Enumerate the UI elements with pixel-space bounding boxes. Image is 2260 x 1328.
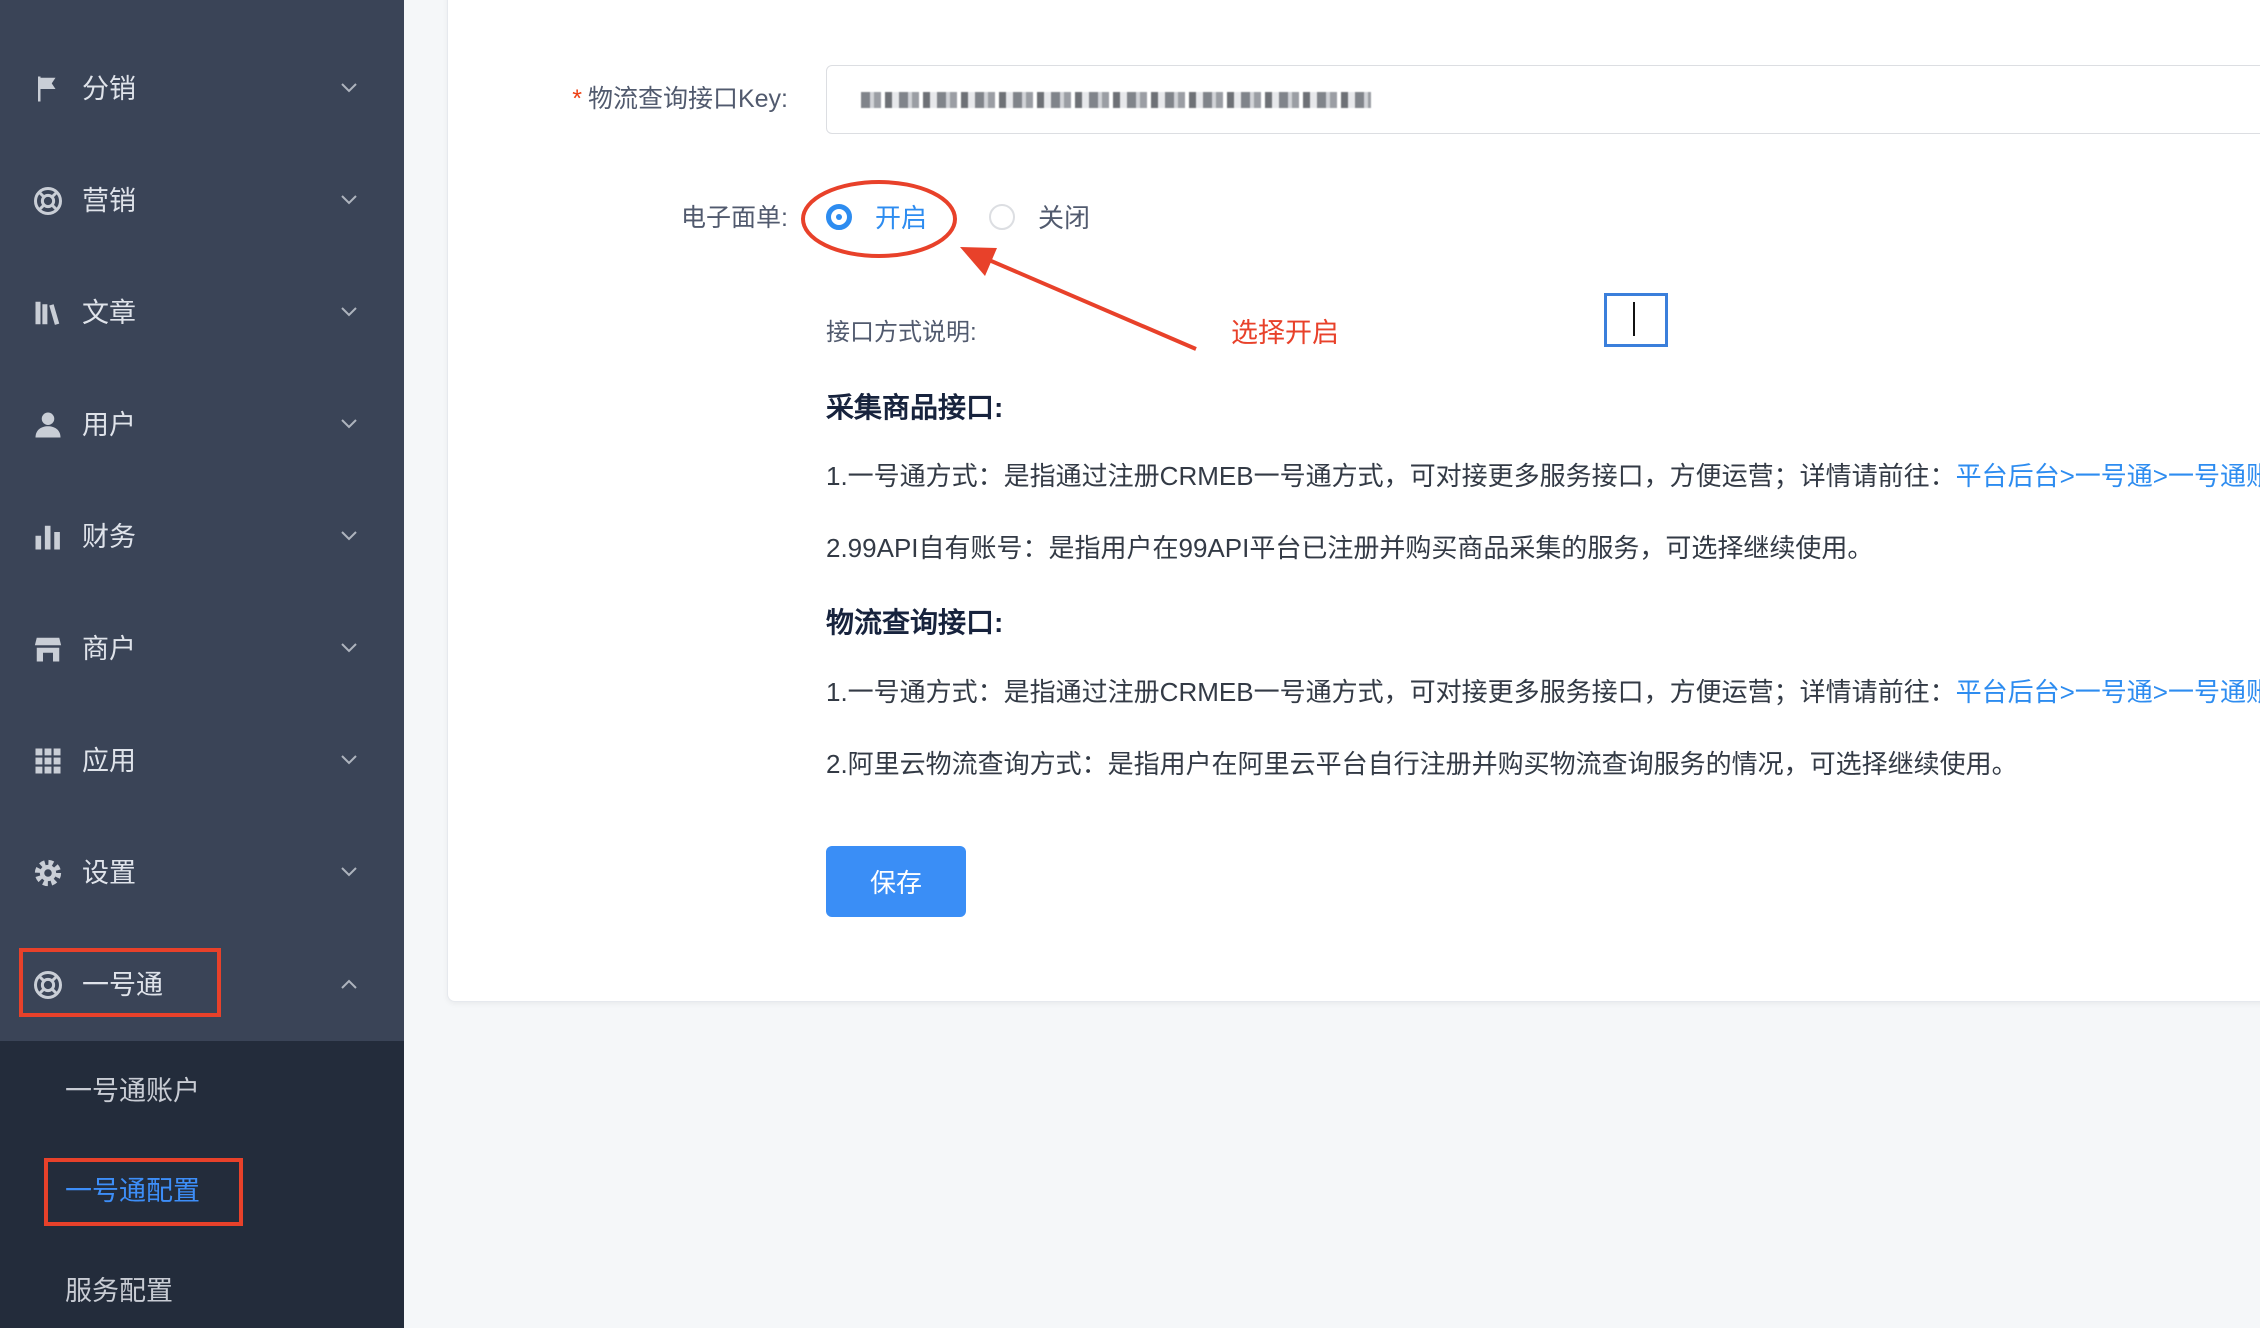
chevron-down-icon (340, 305, 358, 319)
radio-waybill-on[interactable]: 开启 (826, 194, 946, 242)
chevron-down-icon (340, 529, 358, 543)
text-cursor-box (1604, 293, 1668, 347)
annotation-label: 选择开启 (1231, 318, 1339, 348)
required-mark: * (572, 85, 582, 113)
note-line: 2.阿里云物流查询方式：是指用户在阿里云平台自行注册并购买物流查询服务的情况，可… (826, 749, 2018, 779)
app-window: 分销 营销 文章 用户 财务 商户 应用 设置 一号通 一号通账户 一号通配置 … (0, 0, 2260, 1328)
sidebar-item-label: 商户 (82, 634, 136, 664)
sidebar-item-label: 应用 (82, 746, 136, 776)
chevron-down-icon (340, 193, 358, 207)
chevron-down-icon (340, 81, 358, 95)
chevron-down-icon (340, 865, 358, 879)
sidebar-item-yihaotong[interactable]: 一号通 (0, 929, 404, 1041)
chevron-down-icon (340, 753, 358, 767)
sidebar-item-marketing[interactable]: 营销 (0, 145, 404, 257)
account-link[interactable]: 平台后台>一号通>一号通账 (1956, 461, 2260, 491)
save-button[interactable]: 保存 (826, 846, 966, 917)
sidebar-item-articles[interactable]: 文章 (0, 257, 404, 369)
sidebar-item-label: 分销 (82, 74, 136, 104)
submenu-yihaotong: 一号通账户 一号通配置 服务配置 (0, 1041, 404, 1328)
bar-chart-icon (33, 522, 63, 552)
chevron-down-icon (340, 417, 358, 431)
sidebar-item-merchants[interactable]: 商户 (0, 593, 404, 705)
note-text: 1.一号通方式：是指通过注册CRMEB一号通方式，可对接更多服务接口，方便运营；… (826, 677, 1956, 707)
submenu-item-label: 服务配置 (65, 1276, 173, 1306)
key-field-label: * 物流查询接口Key: (488, 65, 788, 134)
lifebuoy-icon (33, 970, 63, 1000)
submenu-item-label: 一号通账户 (65, 1076, 200, 1106)
logistics-key-field[interactable] (826, 65, 2260, 134)
gear-icon (33, 858, 63, 888)
section-heading-logistics-query: 物流查询接口: (826, 607, 1004, 638)
sidebar-item-distribution[interactable]: 分销 (0, 33, 404, 145)
grid-icon (33, 746, 63, 776)
chevron-down-icon (340, 641, 358, 655)
waybill-field-label: 电子面单: (681, 204, 788, 232)
submenu-item-service-config[interactable]: 服务配置 (0, 1241, 404, 1328)
note-line: 1.一号通方式：是指通过注册CRMEB一号通方式，可对接更多服务接口，方便运营；… (826, 674, 2260, 710)
note-line: 1.一号通方式：是指通过注册CRMEB一号通方式，可对接更多服务接口，方便运营；… (826, 458, 2260, 494)
interface-notes-title: 接口方式说明: (826, 319, 977, 346)
sidebar-item-label: 设置 (82, 858, 136, 888)
radio-unchecked-icon (989, 204, 1015, 230)
chevron-up-icon (340, 977, 358, 991)
sidebar-item-label: 用户 (82, 410, 136, 440)
sidebar-item-label: 财务 (82, 522, 136, 552)
radio-checked-icon (826, 204, 852, 230)
store-icon (33, 634, 63, 664)
logistics-key-input[interactable] (827, 66, 2260, 133)
note-text: 1.一号通方式：是指通过注册CRMEB一号通方式，可对接更多服务接口，方便运营；… (826, 461, 1956, 491)
note-line: 2.99API自有账号：是指用户在99API平台已注册并购买商品采集的服务，可选… (826, 533, 1874, 563)
account-link[interactable]: 平台后台>一号通>一号通账 (1956, 677, 2260, 707)
sidebar-item-label: 文章 (82, 298, 136, 328)
sidebar: 分销 营销 文章 用户 财务 商户 应用 设置 一号通 一号通账户 一号通配置 … (0, 0, 404, 1328)
sidebar-item-finance[interactable]: 财务 (0, 481, 404, 593)
submenu-item-config[interactable]: 一号通配置 (0, 1141, 404, 1241)
section-heading-product-collect: 采集商品接口: (826, 392, 1004, 423)
radio-label: 开启 (875, 203, 928, 233)
key-label-text: 物流查询接口Key: (587, 85, 788, 113)
radio-waybill-off[interactable]: 关闭 (989, 194, 1109, 242)
sidebar-item-users[interactable]: 用户 (0, 369, 404, 481)
config-card (447, 0, 2260, 1002)
sidebar-item-settings[interactable]: 设置 (0, 817, 404, 929)
submenu-item-label: 一号通配置 (65, 1176, 200, 1206)
submenu-item-account[interactable]: 一号通账户 (0, 1041, 404, 1141)
sidebar-item-apps[interactable]: 应用 (0, 705, 404, 817)
sidebar-item-label: 一号通 (82, 970, 163, 1000)
sidebar-item-label: 营销 (82, 186, 136, 216)
user-icon (33, 410, 63, 440)
flag-icon (33, 74, 63, 104)
lifebuoy-icon (33, 186, 63, 216)
radio-label: 关闭 (1038, 203, 1091, 233)
text-caret (1633, 302, 1635, 336)
library-icon (33, 298, 63, 328)
